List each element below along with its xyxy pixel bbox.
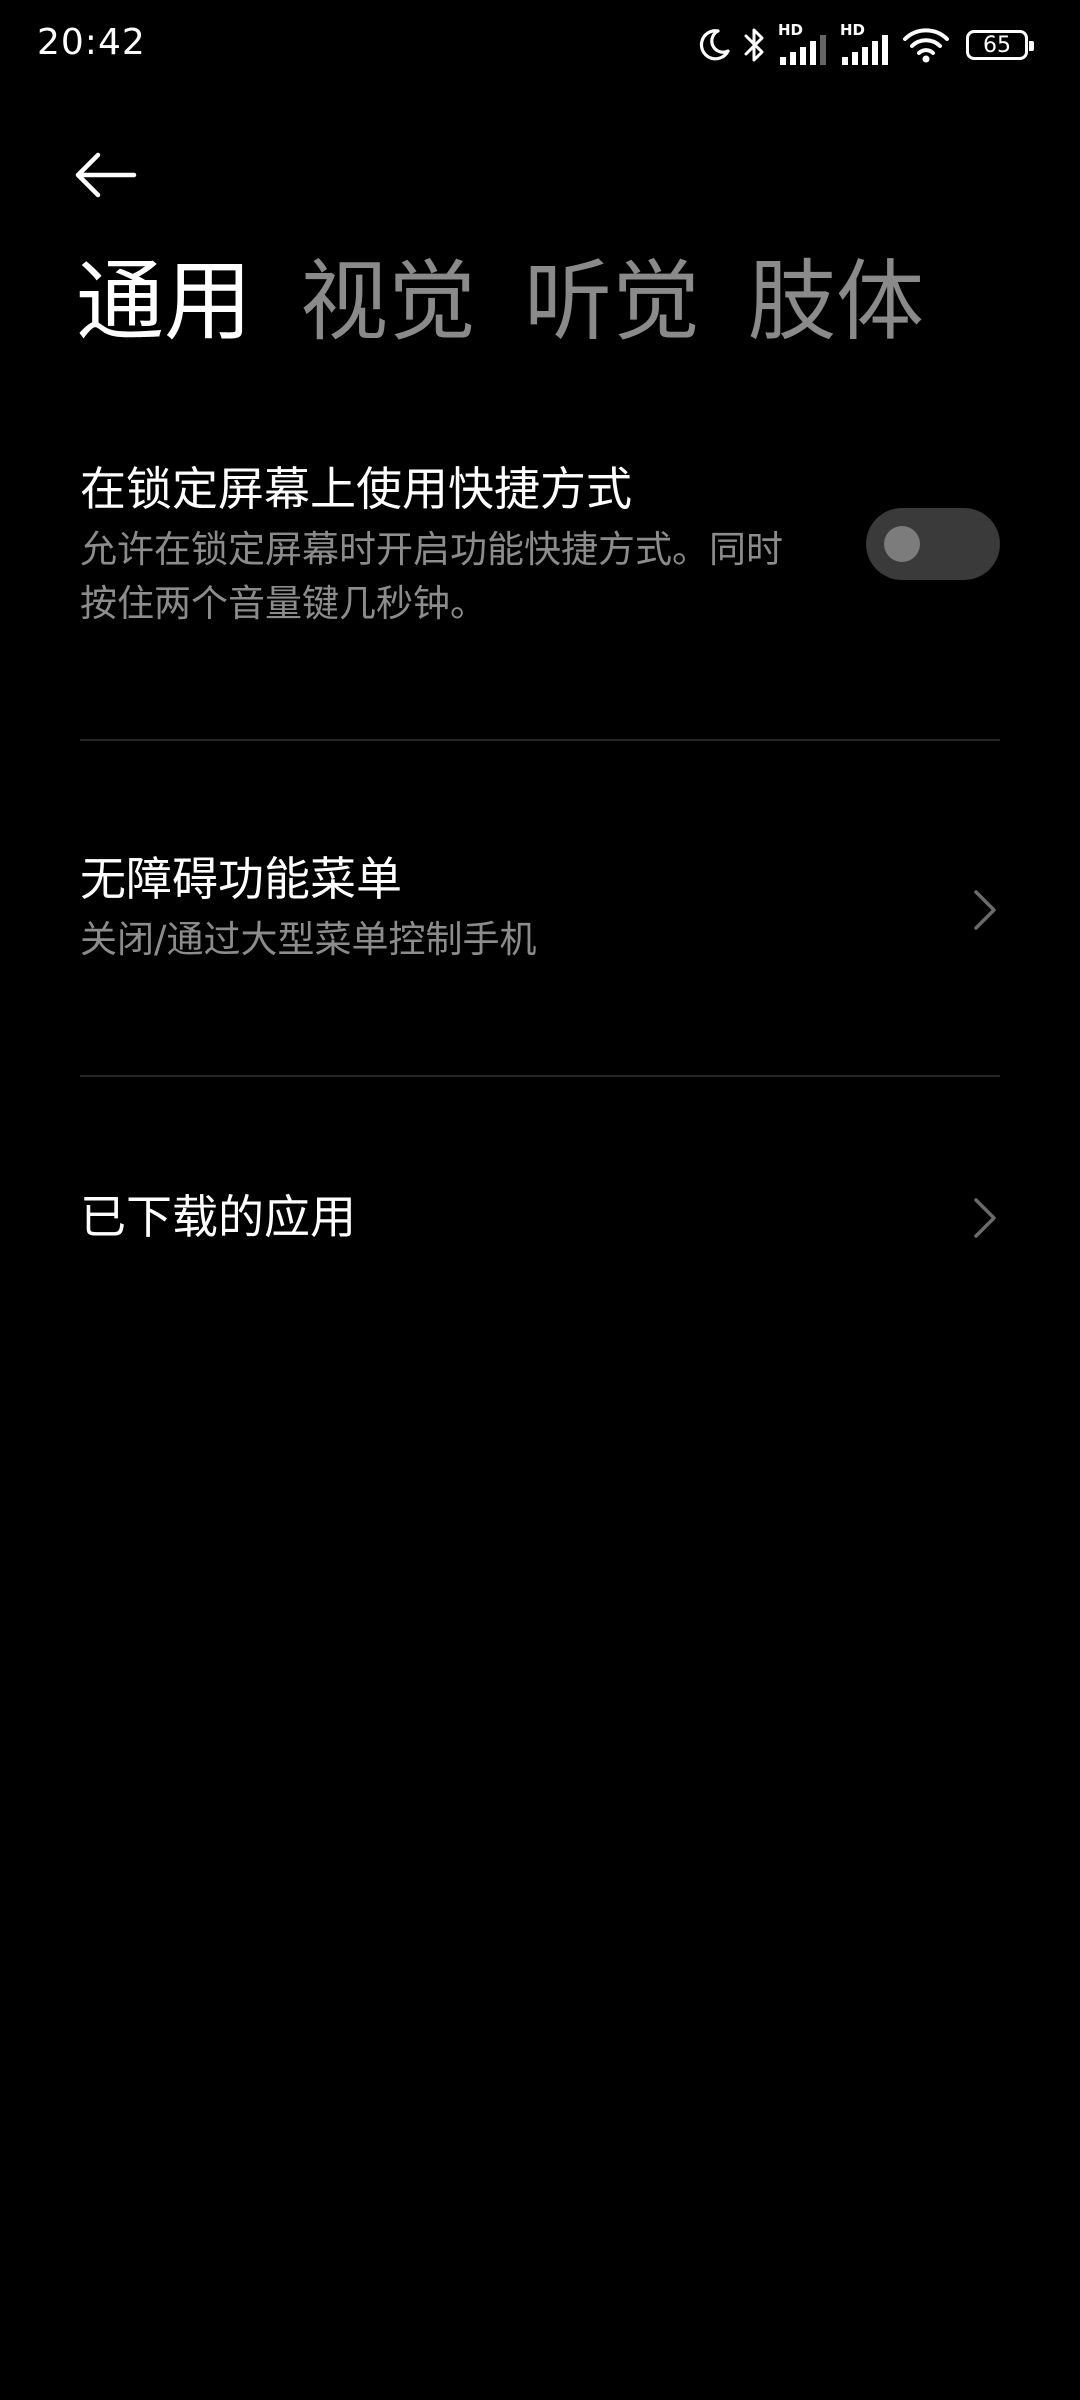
bluetooth-icon	[742, 25, 768, 65]
chevron-right-icon	[974, 1198, 996, 1238]
battery-icon: 65	[966, 30, 1034, 60]
status-bar: 20:42 HD HD 65	[0, 0, 1080, 90]
lock-screen-shortcut-desc: 允许在锁定屏幕时开启功能快捷方式。同时 按住两个音量键几秒钟。	[80, 523, 860, 630]
status-time: 20:42	[37, 22, 146, 63]
tab-physical[interactable]: 肢体	[748, 258, 924, 346]
lock-screen-shortcut-desc-line2: 按住两个音量键几秒钟。	[80, 581, 487, 625]
downloaded-apps-row[interactable]: 已下载的应用	[80, 1190, 1000, 1245]
lock-screen-shortcut-row[interactable]: 在锁定屏幕上使用快捷方式 允许在锁定屏幕时开启功能快捷方式。同时 按住两个音量键…	[80, 462, 1000, 630]
lock-screen-shortcut-desc-line1: 允许在锁定屏幕时开启功能快捷方式。同时	[80, 528, 783, 572]
back-button[interactable]	[70, 140, 160, 210]
accessibility-menu-desc: 关闭/通过大型菜单控制手机	[80, 918, 537, 962]
toggle-knob	[884, 526, 920, 562]
moon-icon	[696, 27, 732, 63]
signal-2-icon: HD	[840, 21, 892, 65]
divider	[80, 1075, 1000, 1077]
signal-1-icon: HD	[778, 21, 830, 65]
divider	[80, 739, 1000, 741]
tab-general[interactable]: 通用	[76, 258, 252, 346]
tab-vision[interactable]: 视觉	[300, 258, 476, 346]
accessibility-menu-title: 无障碍功能菜单	[80, 852, 402, 906]
accessibility-menu-row[interactable]: 无障碍功能菜单 关闭/通过大型菜单控制手机	[80, 852, 1000, 967]
status-icons: HD HD 65	[696, 21, 1034, 68]
category-tabs: 通用 视觉 听觉 肢体	[76, 258, 924, 346]
downloaded-apps-title: 已下载的应用	[80, 1190, 356, 1244]
wifi-icon	[902, 26, 950, 64]
lock-screen-shortcut-title: 在锁定屏幕上使用快捷方式	[80, 462, 632, 516]
tab-hearing[interactable]: 听觉	[524, 258, 700, 346]
arrow-left-icon	[75, 152, 137, 198]
lock-screen-shortcut-toggle[interactable]	[866, 508, 1000, 580]
chevron-right-icon	[974, 890, 996, 930]
